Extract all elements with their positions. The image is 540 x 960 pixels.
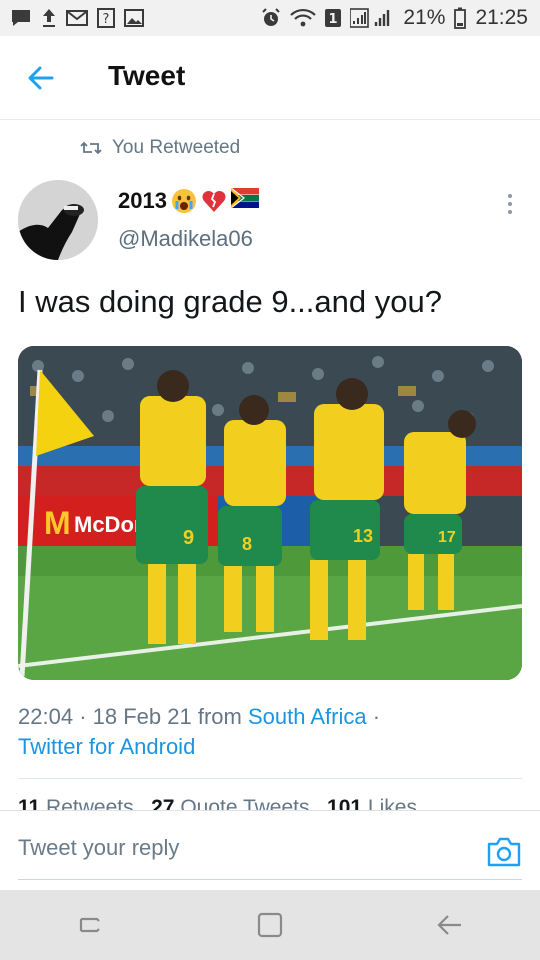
- home-button[interactable]: [240, 900, 300, 950]
- quote-stat[interactable]: 27 Quote Tweets: [151, 796, 309, 810]
- retweet-stat-label: Retweets: [46, 796, 134, 810]
- like-count: 101: [327, 796, 363, 810]
- retweet-count: 11: [18, 796, 41, 810]
- signal-icon: [350, 8, 394, 28]
- retweet-label: You Retweeted: [112, 137, 241, 158]
- tweet-stats-row: 11 Retweets 27 Quote Tweets 101 Likes: [18, 796, 522, 810]
- svg-text:M: M: [44, 505, 71, 541]
- broken-heart-emoji: [201, 188, 227, 214]
- tweet-date: 18 Feb 21: [92, 704, 192, 729]
- page-title: Tweet: [108, 60, 186, 91]
- south-africa-flag-emoji: [230, 187, 259, 214]
- recent-apps-button[interactable]: [60, 900, 120, 950]
- jersey-number: 13: [353, 526, 373, 546]
- tweet-photo[interactable]: M McDon 9 8 13 17: [18, 346, 522, 680]
- status-bar-notifications: ?: [10, 8, 144, 28]
- more-vertical-icon: [508, 194, 512, 214]
- meta-separator: ·: [372, 704, 381, 729]
- location-link[interactable]: South Africa: [248, 704, 367, 729]
- tweet-stats: 11 Retweets 27 Quote Tweets 101 Likes: [18, 794, 522, 810]
- back-nav-button[interactable]: [420, 900, 480, 950]
- avatar[interactable]: [18, 180, 98, 260]
- quote-stat-label: Quote Tweets: [180, 796, 310, 810]
- camera-button[interactable]: [486, 835, 522, 869]
- meta-separator: ·: [79, 704, 87, 729]
- jersey-number: 8: [242, 534, 252, 554]
- gmail-icon: [66, 9, 88, 27]
- divider: [18, 778, 522, 779]
- tweet-meta: 22:04 · 18 Feb 21 from South Africa · Tw…: [18, 702, 518, 762]
- upload-icon: [41, 8, 57, 28]
- alarm-icon: [261, 8, 281, 28]
- author-name-row[interactable]: 2013: [118, 187, 259, 214]
- top-bar: Tweet: [0, 36, 540, 120]
- svg-text:1: 1: [329, 12, 338, 27]
- reply-bar: Tweet your reply: [0, 810, 540, 890]
- retweet-icon: [80, 141, 102, 155]
- svg-text:?: ?: [103, 12, 110, 27]
- back-nav-icon: [437, 915, 461, 935]
- navigation-bar: [0, 890, 540, 960]
- sim-badge: 1: [325, 8, 342, 28]
- camera-icon: [487, 837, 521, 867]
- tweet-time: 22:04: [18, 704, 74, 729]
- source-link[interactable]: Twitter for Android: [18, 734, 195, 759]
- crying-face-emoji: [171, 188, 197, 214]
- home-icon: [257, 912, 283, 938]
- jersey-number: 9: [183, 527, 194, 549]
- battery-icon: [454, 7, 467, 29]
- status-time: 21:25: [475, 6, 528, 29]
- retweet-indicator: You Retweeted: [80, 137, 240, 159]
- author-handle[interactable]: @Madikela06: [118, 226, 253, 252]
- back-button[interactable]: [24, 62, 60, 94]
- unknown-icon: ?: [97, 8, 115, 28]
- like-stat[interactable]: 101 Likes: [327, 796, 417, 810]
- recent-apps-icon: [79, 917, 100, 933]
- football-players-photo: M McDon 9 8 13 17: [18, 346, 522, 680]
- tweet-text: I was doing grade 9...and you?: [18, 284, 442, 319]
- retweet-stat[interactable]: 11 Retweets: [18, 796, 134, 810]
- like-stat-label: Likes: [367, 796, 417, 810]
- wifi-icon: [290, 8, 317, 28]
- jersey-number: 17: [438, 529, 456, 546]
- reply-input[interactable]: Tweet your reply: [18, 835, 179, 861]
- status-bar-system: 1 21% 21:25: [261, 6, 528, 30]
- image-icon: [124, 9, 144, 27]
- author-name: 2013: [118, 188, 167, 213]
- more-options-button[interactable]: [500, 190, 520, 218]
- back-arrow-icon: [28, 66, 54, 90]
- quote-count: 27: [151, 796, 175, 810]
- battery-percent: 21%: [403, 6, 446, 29]
- avatar-image: [18, 180, 98, 260]
- reply-underline: [18, 879, 522, 880]
- chat-icon: [10, 8, 32, 28]
- status-bar: ? 1 21% 21:25: [0, 0, 540, 36]
- from-label: from: [197, 704, 242, 729]
